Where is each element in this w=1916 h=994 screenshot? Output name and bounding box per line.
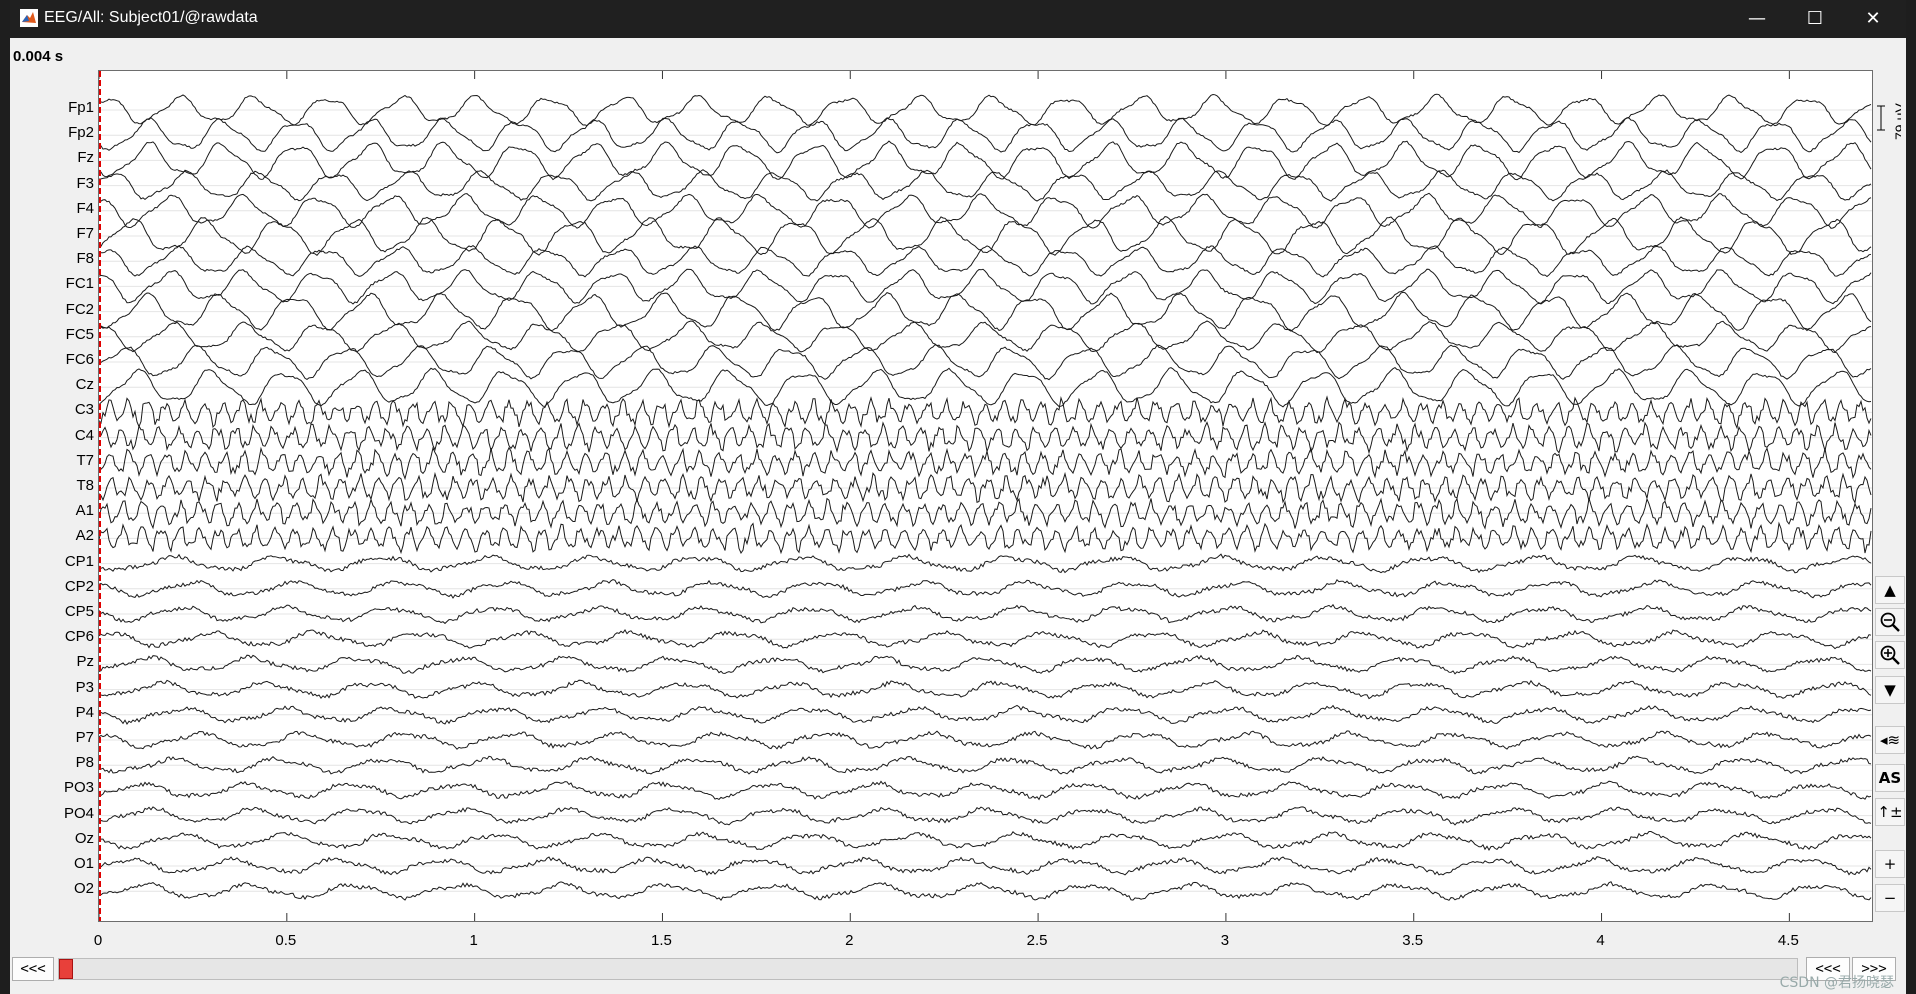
- channel-label: P7: [75, 729, 94, 746]
- channel-label: P3: [75, 678, 94, 696]
- time-slider-thumb[interactable]: [59, 959, 73, 979]
- filter-button[interactable]: ◂≋: [1875, 726, 1905, 754]
- close-button[interactable]: ✕: [1844, 0, 1902, 38]
- amplitude-scale-indicator: 79 μV: [1877, 102, 1901, 140]
- time-tick-label: 4: [1596, 932, 1605, 949]
- maximize-icon: ☐: [1806, 8, 1824, 29]
- channel-label: FC5: [65, 325, 94, 343]
- eeg-plot-area[interactable]: [98, 70, 1873, 922]
- channel-label: T7: [76, 451, 94, 469]
- triangle-down-icon: ▼: [1884, 681, 1896, 699]
- channel-label: Fp2: [68, 124, 94, 142]
- scroll-down-button[interactable]: ▼: [1875, 676, 1905, 704]
- gain-increase-button[interactable]: +: [1875, 850, 1905, 878]
- time-tick-label: 3.5: [1402, 932, 1424, 949]
- channel-label: C4: [74, 426, 94, 444]
- channel-label: Pz: [76, 653, 94, 671]
- navigation-bar: <<< <<< >>>: [10, 952, 1906, 986]
- minimize-button[interactable]: —: [1728, 0, 1786, 38]
- channel-label: F7: [76, 225, 94, 242]
- window-title: EEG/All: Subject01/@rawdata: [44, 9, 258, 26]
- channel-label: CP6: [64, 628, 94, 646]
- time-readout: 0.004 s: [13, 48, 64, 65]
- previous-page-button[interactable]: <<<: [12, 957, 54, 981]
- channel-label: F8: [76, 250, 94, 268]
- autoscale-icon: AS: [1878, 769, 1902, 787]
- channel-label: T8: [76, 477, 94, 494]
- channel-label: A1: [75, 502, 94, 520]
- channel-label: A2: [75, 527, 94, 545]
- channel-label: FC1: [65, 275, 94, 293]
- maximize-button[interactable]: ☐: [1786, 0, 1844, 38]
- channel-label: CP2: [64, 577, 94, 595]
- time-tick-label: 4.5: [1777, 932, 1799, 949]
- time-tick-label: 1.5: [651, 932, 672, 949]
- eeg-traces[interactable]: [99, 71, 1872, 921]
- title-bar: EEG/All: Subject01/@rawdata — ☐ ✕: [10, 0, 1906, 38]
- eeg-viewer-window: EEG/All: Subject01/@rawdata — ☐ ✕ 0.004 …: [10, 0, 1906, 994]
- triangle-up-icon: ▲: [1884, 581, 1896, 599]
- channel-label: P8: [75, 754, 94, 772]
- time-tick-label: 0: [93, 932, 103, 949]
- plus-icon: +: [1883, 855, 1897, 873]
- zoom-out-icon: [1880, 612, 1900, 632]
- channel-label: C3: [74, 401, 94, 419]
- channel-label: PO4: [63, 804, 94, 822]
- channel-label: FC2: [65, 300, 94, 318]
- zoom-out-button[interactable]: [1875, 608, 1905, 636]
- channel-label: Cz: [75, 376, 94, 394]
- channel-label: P4: [75, 703, 94, 721]
- channel-label: F3: [76, 174, 94, 192]
- waves-icon: ◂≋: [1879, 731, 1901, 749]
- zoom-in-icon: [1880, 645, 1900, 665]
- close-icon: ✕: [1865, 8, 1881, 29]
- time-tick-label: 3: [1220, 932, 1230, 949]
- time-slider[interactable]: [58, 958, 1798, 980]
- watermark: CSDN @君扬晓瑟: [1779, 975, 1894, 991]
- channel-label: FC6: [65, 351, 94, 368]
- time-tick-label: 1: [469, 932, 478, 949]
- channel-label: CP5: [64, 603, 94, 620]
- matlab-app-icon: [20, 9, 38, 27]
- channel-label: O1: [73, 855, 94, 872]
- amplitude-scale-label: 79 μV: [1892, 102, 1901, 140]
- time-tick-label: 2: [845, 932, 854, 949]
- zoom-in-button[interactable]: [1875, 641, 1905, 669]
- channel-label: F4: [76, 199, 94, 217]
- channel-label: CP1: [64, 552, 94, 570]
- gain-decrease-button[interactable]: −: [1875, 884, 1905, 912]
- scale-adjust-button[interactable]: ↑±: [1875, 798, 1905, 826]
- time-tick-label: 0.5: [275, 932, 297, 949]
- scale-arrows-icon: ↑±: [1877, 803, 1903, 821]
- channel-labels: Fp1 Fp2 Fz F3 F4 F7 F8 FC1 FC2 FC5 FC6 Cz C3 C4 T7 T8 A1…: [10, 70, 96, 922]
- channel-label: Fz: [77, 149, 94, 167]
- minimize-icon: —: [1748, 8, 1766, 29]
- scroll-up-button[interactable]: ▲: [1875, 576, 1905, 604]
- channel-label: O2: [73, 880, 94, 898]
- channel-label: Fp1: [68, 99, 94, 116]
- time-tick-label: 2.5: [1026, 932, 1048, 949]
- autoscale-button[interactable]: AS: [1875, 764, 1905, 792]
- minus-icon: −: [1883, 889, 1897, 907]
- channel-label: PO3: [63, 779, 94, 797]
- channel-label: Oz: [74, 829, 94, 847]
